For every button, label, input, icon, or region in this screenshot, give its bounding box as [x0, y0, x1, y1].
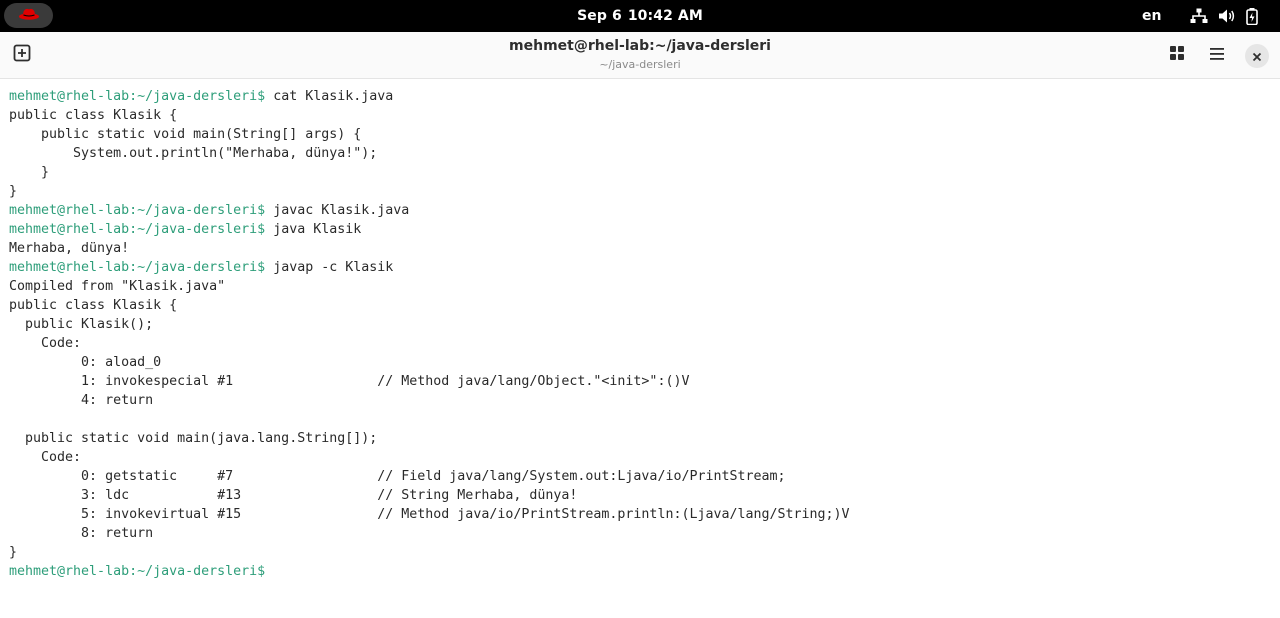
terminal-command-line: mehmet@rhel-lab:~/java-dersleri$ javap -…	[9, 258, 1271, 277]
terminal-output-line: 4: return	[9, 391, 1271, 410]
terminal-output-line: }	[9, 543, 1271, 562]
terminal-output-line: 0: aload_0	[9, 353, 1271, 372]
tab-overview-icon	[1169, 45, 1185, 65]
terminal-output-line: 0: getstatic #7 // Field java/lang/Syste…	[9, 467, 1271, 486]
line-text: Compiled from "Klasik.java"	[9, 279, 226, 294]
terminal-output-line: 5: invokevirtual #15 // Method java/io/P…	[9, 505, 1271, 524]
terminal-command-line: mehmet@rhel-lab:~/java-dersleri$ javac K…	[9, 201, 1271, 220]
line-text: }	[9, 545, 18, 560]
terminal-output-line: System.out.println("Merhaba, dünya!");	[9, 144, 1271, 163]
terminal-command-line: mehmet@rhel-lab:~/java-dersleri$ java Kl…	[9, 220, 1271, 239]
window-subtitle: ~/java-dersleri	[599, 58, 681, 71]
menu-icon	[1209, 46, 1225, 65]
system-status-area[interactable]	[1190, 7, 1258, 25]
line-text: 4: return	[9, 393, 154, 408]
terminal-output-line: Code:	[9, 448, 1271, 467]
terminal-output-line: 1: invokespecial #1 // Method java/lang/…	[9, 372, 1271, 391]
battery-icon	[1246, 7, 1258, 25]
line-text: Merhaba, dünya!	[9, 241, 130, 256]
line-text: cat Klasik.java	[265, 89, 394, 104]
clock-date: Sep 6	[577, 8, 622, 24]
terminal-output-line: Compiled from "Klasik.java"	[9, 277, 1271, 296]
line-text: javap -c Klasik	[265, 260, 394, 275]
terminal-output-line: public class Klasik {	[9, 296, 1271, 315]
line-text: java Klasik	[265, 222, 362, 237]
terminal-command-line: mehmet@rhel-lab:~/java-dersleri$ cat Kla…	[9, 87, 1271, 106]
terminal-output-line: Code:	[9, 334, 1271, 353]
main-menu-button[interactable]	[1206, 44, 1228, 66]
line-text: public static void main(String[] args) {	[9, 127, 362, 142]
terminal-command-line: mehmet@rhel-lab:~/java-dersleri$	[9, 562, 1271, 581]
terminal-output-line: 8: return	[9, 524, 1271, 543]
terminal-output[interactable]: mehmet@rhel-lab:~/java-dersleri$ cat Kla…	[9, 87, 1271, 581]
shell-prompt: mehmet@rhel-lab:~/java-dersleri$	[9, 222, 266, 237]
line-text: public static void main(java.lang.String…	[9, 431, 378, 446]
shell-prompt: mehmet@rhel-lab:~/java-dersleri$	[9, 564, 266, 579]
close-icon	[1252, 47, 1262, 66]
line-text: public Klasik();	[9, 317, 154, 332]
clock[interactable]: Sep 6 10:42 AM	[0, 0, 1280, 32]
line-text: 3: ldc #13 // String Merhaba, dünya!	[9, 488, 578, 503]
terminal-output-line: }	[9, 182, 1271, 201]
line-text: 1: invokespecial #1 // Method java/lang/…	[9, 374, 690, 389]
window-title-area: mehmet@rhel-lab:~/java-dersleri ~/java-d…	[0, 37, 1280, 73]
line-text: System.out.println("Merhaba, dünya!");	[9, 146, 378, 161]
terminal-output-line: public Klasik();	[9, 315, 1271, 334]
line-text: public class Klasik {	[9, 298, 178, 313]
line-text: 0: aload_0	[9, 355, 162, 370]
terminal-output-line: 3: ldc #13 // String Merhaba, dünya!	[9, 486, 1271, 505]
terminal-output-line: public static void main(java.lang.String…	[9, 429, 1271, 448]
shell-prompt: mehmet@rhel-lab:~/java-dersleri$	[9, 260, 266, 275]
close-button[interactable]	[1245, 44, 1269, 68]
tab-overview-button[interactable]	[1166, 44, 1188, 66]
volume-icon	[1218, 8, 1236, 24]
shell-prompt: mehmet@rhel-lab:~/java-dersleri$	[9, 203, 266, 218]
terminal-output-line: public class Klasik {	[9, 106, 1271, 125]
line-text: 0: getstatic #7 // Field java/lang/Syste…	[9, 469, 786, 484]
language-indicator[interactable]: en	[1142, 0, 1161, 32]
line-text: }	[9, 165, 50, 180]
window-title: mehmet@rhel-lab:~/java-dersleri	[509, 38, 771, 54]
shell-prompt: mehmet@rhel-lab:~/java-dersleri$	[9, 89, 266, 104]
line-text: public class Klasik {	[9, 108, 178, 123]
terminal-output-line: Merhaba, dünya!	[9, 239, 1271, 258]
line-text: Code:	[9, 336, 82, 351]
network-icon	[1190, 8, 1208, 24]
top-bar: Sep 6 10:42 AM en	[0, 0, 1280, 32]
line-text: 5: invokevirtual #15 // Method java/io/P…	[9, 507, 850, 522]
line-text: }	[9, 184, 18, 199]
line-text: 8: return	[9, 526, 154, 541]
terminal-output-line: }	[9, 163, 1271, 182]
terminal-headerbar: mehmet@rhel-lab:~/java-dersleri ~/java-d…	[0, 32, 1280, 79]
terminal-output-line: public static void main(String[] args) {	[9, 125, 1271, 144]
line-text: javac Klasik.java	[265, 203, 410, 218]
clock-time: 10:42 AM	[627, 8, 703, 24]
line-text: Code:	[9, 450, 82, 465]
